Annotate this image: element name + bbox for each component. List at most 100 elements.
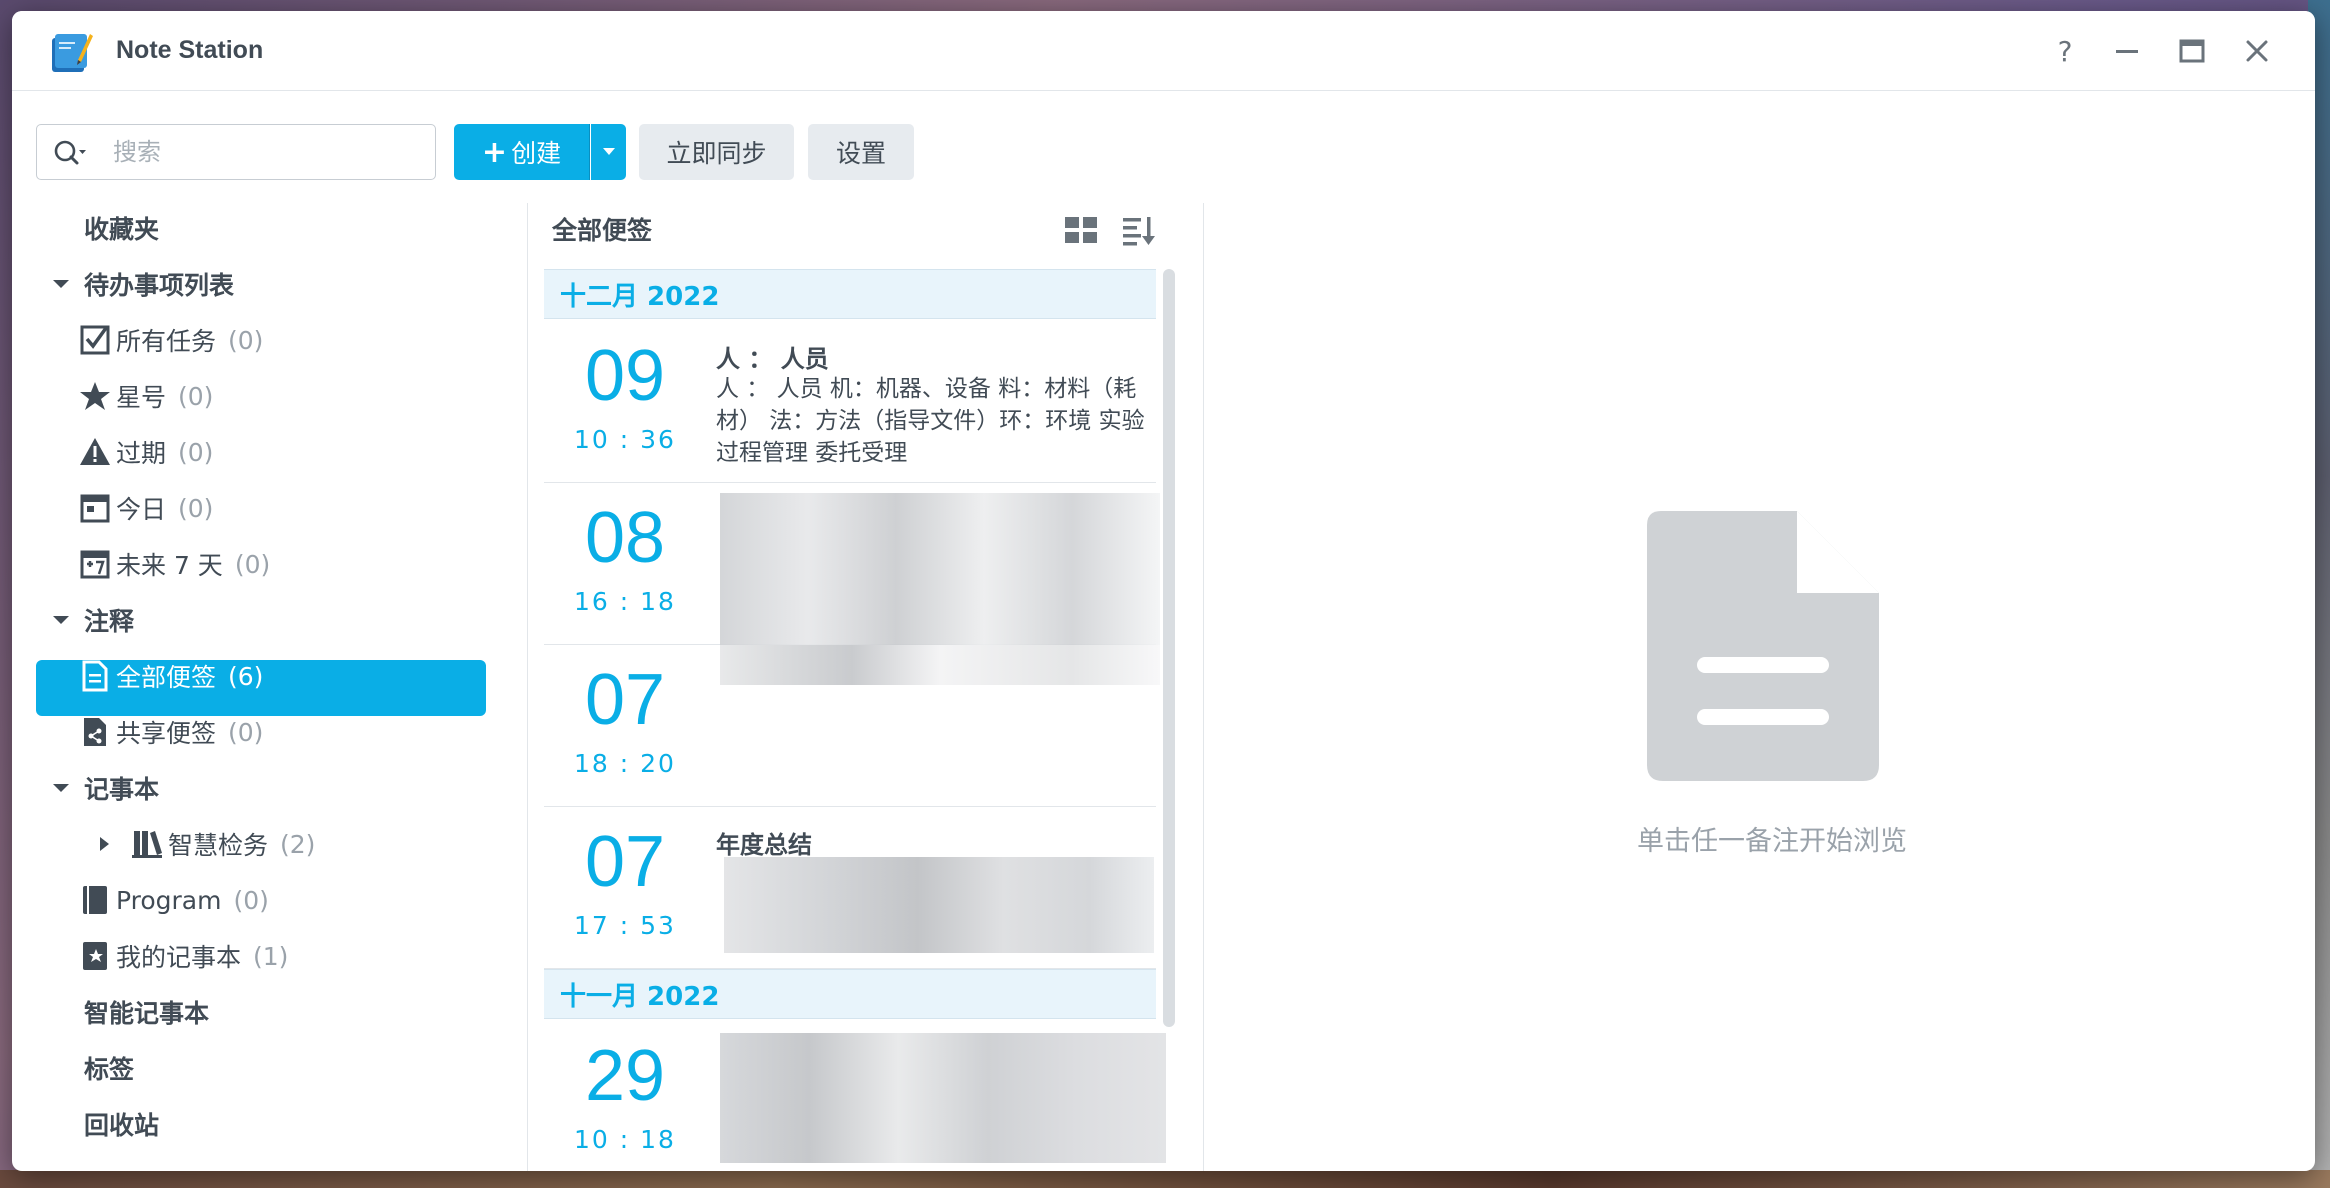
blurred-preview bbox=[720, 1033, 1166, 1163]
sidebar-item-starred[interactable]: 星号 (0) bbox=[78, 369, 213, 423]
sidebar-item-label: 星号 bbox=[116, 383, 167, 412]
note-row[interactable]: 07 18 : 20 bbox=[544, 645, 1160, 807]
sidebar-item-smart-notebook[interactable]: 智能记事本 bbox=[84, 985, 209, 1039]
sidebar-item-all-tasks[interactable]: 所有任务 (0) bbox=[78, 313, 263, 367]
blurred-preview bbox=[724, 857, 1154, 953]
close-button[interactable] bbox=[2239, 33, 2275, 69]
notebook-stack-icon bbox=[130, 827, 164, 861]
note-station-app-icon bbox=[52, 34, 93, 72]
calendar-week-icon bbox=[78, 547, 112, 581]
count-badge: (0) bbox=[234, 549, 271, 579]
note-list-scrollbar[interactable] bbox=[1163, 269, 1175, 1027]
sidebar-item-label: 共享便签 bbox=[116, 719, 217, 748]
note-title: 人 ： 人员 bbox=[716, 345, 829, 373]
sidebar-item-notebook-stack[interactable]: 智慧检务 (2) bbox=[96, 817, 315, 871]
sidebar-item-label: 所有任务 bbox=[116, 327, 217, 356]
create-button-label: 创建 bbox=[511, 139, 562, 168]
plus-icon: + bbox=[481, 134, 508, 170]
note-list: 十二月 2022 09 10 : 36 人 ： 人员 人 ： 人员 机：机器、设… bbox=[544, 267, 1178, 1171]
note-day: 08 bbox=[584, 498, 666, 578]
count-badge: (0) bbox=[228, 325, 264, 355]
create-dropdown-button[interactable] bbox=[591, 124, 626, 180]
sidebar-group-label: 待办事项列表 bbox=[84, 271, 235, 300]
note-preview: 人 ： 人员 机：机器、设备 料：材料（耗材） 法：方法（指导文件）环：环境 实… bbox=[716, 376, 1145, 466]
note-time: 16 : 18 bbox=[574, 587, 676, 616]
help-glyph: ? bbox=[2057, 34, 2073, 68]
count-badge: (0) bbox=[233, 885, 269, 915]
sidebar-item-overdue[interactable]: 过期 (0) bbox=[78, 425, 213, 479]
sidebar-item-label: 今日 bbox=[116, 495, 167, 524]
create-button[interactable]: + 创建 bbox=[454, 124, 590, 180]
sidebar-item-label: 过期 bbox=[116, 439, 167, 468]
star-icon bbox=[78, 379, 112, 413]
desktop-background-bottom bbox=[0, 1170, 2330, 1188]
count-badge: (0) bbox=[178, 437, 214, 467]
note-list-title: 全部便签 bbox=[552, 216, 653, 245]
sidebar-group-notes[interactable]: 注释 bbox=[52, 593, 134, 647]
note-time: 10 : 36 bbox=[574, 425, 676, 454]
triangle-down-icon bbox=[53, 616, 69, 624]
chevron-down-icon bbox=[602, 148, 615, 155]
help-icon[interactable]: ? bbox=[2047, 33, 2083, 69]
sidebar-item-all-notes[interactable]: 全部便签 (6) bbox=[78, 649, 263, 703]
triangle-down-icon bbox=[53, 280, 69, 288]
sidebar-item-program[interactable]: Program (0) bbox=[78, 873, 269, 927]
sidebar-item-label: 未来 7 天 bbox=[116, 551, 223, 580]
maximize-icon bbox=[2179, 39, 2205, 63]
count-badge: (0) bbox=[178, 493, 214, 523]
note-day: 07 bbox=[584, 822, 666, 902]
search-box[interactable] bbox=[36, 124, 436, 180]
count-badge: (1) bbox=[253, 941, 289, 971]
search-icon[interactable] bbox=[53, 139, 87, 167]
note-time: 18 : 20 bbox=[574, 749, 676, 778]
sidebar-item-label: 智慧检务 bbox=[168, 831, 269, 860]
note-day: 07 bbox=[584, 660, 666, 740]
settings-button[interactable]: 设置 bbox=[808, 124, 914, 180]
title-bar: Note Station ? bbox=[12, 11, 2315, 91]
close-icon bbox=[2246, 40, 2268, 62]
note-row[interactable]: 09 10 : 36 人 ： 人员 人 ： 人员 机：机器、设备 料：材料（耗材… bbox=[544, 321, 1156, 483]
sidebar-item-label: 全部便签 bbox=[116, 663, 217, 692]
sidebar-item-favorites[interactable]: 收藏夹 bbox=[84, 201, 159, 255]
sidebar-group-todo[interactable]: 待办事项列表 bbox=[52, 257, 234, 311]
sidebar-item-label: 我的记事本 bbox=[116, 943, 242, 972]
blurred-preview bbox=[720, 645, 1160, 685]
sidebar-group-notebooks[interactable]: 记事本 bbox=[52, 761, 159, 815]
sidebar-item-trash[interactable]: 回收站 bbox=[84, 1097, 159, 1151]
triangle-down-icon bbox=[53, 784, 69, 792]
search-input[interactable] bbox=[113, 133, 423, 171]
note-row[interactable]: 29 10 : 18 bbox=[544, 1021, 1166, 1171]
triangle-right-icon[interactable] bbox=[96, 835, 114, 853]
minimize-icon bbox=[2116, 50, 2138, 53]
sidebar-group-label: 注释 bbox=[84, 607, 135, 636]
month-header: 十一月 2022 bbox=[544, 969, 1156, 1019]
sidebar-item-next-7-days[interactable]: 未来 7 天 (0) bbox=[78, 537, 270, 591]
sidebar-group-label: 记事本 bbox=[84, 775, 160, 804]
count-badge: (0) bbox=[178, 381, 214, 411]
note-title: 年度总结 bbox=[716, 831, 812, 859]
document-icon bbox=[1647, 511, 1879, 781]
empty-viewer-message: 单击任一备注开始浏览 bbox=[1637, 826, 1907, 857]
note-icon bbox=[78, 659, 112, 693]
sidebar-item-tags[interactable]: 标签 bbox=[84, 1041, 134, 1095]
sidebar-item-shared-notes[interactable]: 共享便签 (0) bbox=[78, 705, 263, 759]
maximize-button[interactable] bbox=[2174, 33, 2210, 69]
note-station-window: Note Station ? + 创建 立即同步 设置 收藏夹 bbox=[12, 11, 2315, 1171]
warning-icon bbox=[78, 435, 112, 469]
sidebar-item-my-notebook[interactable]: 我的记事本 (1) bbox=[78, 929, 288, 983]
sidebar: 收藏夹 待办事项列表 所有任务 (0) 星号 (0) 过期 (0) 今日 (0)… bbox=[12, 201, 522, 1171]
sync-now-button[interactable]: 立即同步 bbox=[639, 124, 794, 180]
sidebar-item-label: Program bbox=[116, 885, 222, 915]
note-row[interactable]: 07 17 : 53 年度总结 bbox=[544, 807, 1156, 969]
sort-icon[interactable] bbox=[1122, 215, 1156, 247]
note-row[interactable]: 08 16 : 18 bbox=[544, 483, 1160, 683]
note-day: 09 bbox=[584, 336, 666, 416]
sidebar-item-today[interactable]: 今日 (0) bbox=[78, 481, 213, 535]
notebook-icon bbox=[78, 883, 112, 917]
calendar-icon bbox=[78, 491, 112, 525]
checkbox-icon bbox=[78, 323, 112, 357]
note-day: 29 bbox=[584, 1036, 666, 1116]
count-badge: (6) bbox=[228, 661, 264, 691]
grid-view-icon[interactable] bbox=[1064, 215, 1098, 245]
minimize-button[interactable] bbox=[2109, 33, 2145, 69]
